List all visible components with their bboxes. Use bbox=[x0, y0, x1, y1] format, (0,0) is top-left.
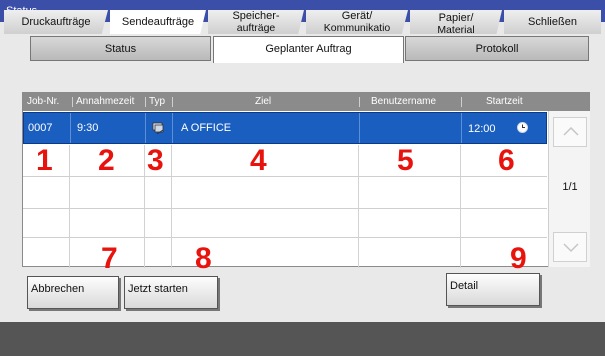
callout-4: 4 bbox=[250, 144, 267, 177]
callout-2: 2 bbox=[98, 144, 115, 177]
table-row[interactable] bbox=[23, 177, 547, 209]
tab-protokoll[interactable]: Protokoll bbox=[405, 36, 589, 61]
bottom-nav bbox=[0, 322, 605, 356]
cell-startzeit: 12:00 bbox=[468, 123, 496, 135]
tab-sendeauftraege[interactable]: Sendeaufträge bbox=[110, 10, 206, 34]
clock-icon bbox=[516, 122, 528, 133]
chevron-up-icon bbox=[563, 126, 579, 136]
job-list-header: Job-Nr. Annahmezeit Typ Ziel Benutzernam… bbox=[23, 93, 589, 111]
callout-6: 6 bbox=[498, 144, 515, 177]
cell-benutzername bbox=[360, 113, 462, 143]
scroll-down-button[interactable] bbox=[553, 232, 587, 262]
tab-speicherauftraege[interactable]: Speicher- aufträge bbox=[208, 10, 304, 34]
callout-1: 1 bbox=[36, 144, 53, 177]
close-button[interactable]: Schließen bbox=[504, 10, 601, 34]
header-job-nr: Job-Nr. bbox=[27, 96, 60, 107]
cancel-button[interactable]: Abbrechen bbox=[27, 276, 119, 309]
scroll-up-button[interactable] bbox=[553, 117, 587, 147]
table-row[interactable] bbox=[23, 206, 547, 238]
tab-druckauftraege[interactable]: Druckaufträge bbox=[4, 10, 108, 34]
start-now-button[interactable]: Jetzt starten bbox=[124, 276, 218, 309]
callout-9: 9 bbox=[510, 242, 527, 275]
cell-annahmezeit: 9:30 bbox=[71, 113, 146, 143]
tab-geplanter-auftrag[interactable]: Geplanter Auftrag bbox=[213, 36, 404, 63]
list-scrollbar: 1/1 bbox=[548, 111, 590, 267]
callout-7: 7 bbox=[101, 242, 118, 275]
header-benutzername: Benutzername bbox=[371, 96, 437, 107]
detail-button[interactable]: Detail bbox=[446, 273, 540, 306]
tab-papier-material[interactable]: Papier/ Material bbox=[410, 10, 502, 34]
callout-5: 5 bbox=[397, 144, 414, 177]
callout-8: 8 bbox=[195, 242, 212, 275]
table-row-selected[interactable]: 0007 9:30 A OFFICE 12:00 bbox=[23, 112, 547, 144]
header-startzeit: Startzeit bbox=[486, 96, 523, 107]
header-annahmezeit: Annahmezeit bbox=[76, 96, 135, 107]
cell-job-nr: 0007 bbox=[24, 113, 71, 143]
header-ziel: Ziel bbox=[255, 96, 272, 107]
cell-ziel: A OFFICE bbox=[173, 113, 360, 143]
callout-3: 3 bbox=[147, 144, 164, 177]
page-indicator: 1/1 bbox=[562, 181, 578, 193]
job-list: Job-Nr. Annahmezeit Typ Ziel Benutzernam… bbox=[22, 92, 590, 268]
header-typ: Typ bbox=[149, 96, 166, 107]
tab-status[interactable]: Status bbox=[30, 36, 211, 61]
send-job-icon bbox=[152, 122, 164, 135]
chevron-down-icon bbox=[563, 243, 579, 253]
tab-geraet-kommunikation[interactable]: Gerät/ Kommunikatio bbox=[306, 10, 408, 34]
